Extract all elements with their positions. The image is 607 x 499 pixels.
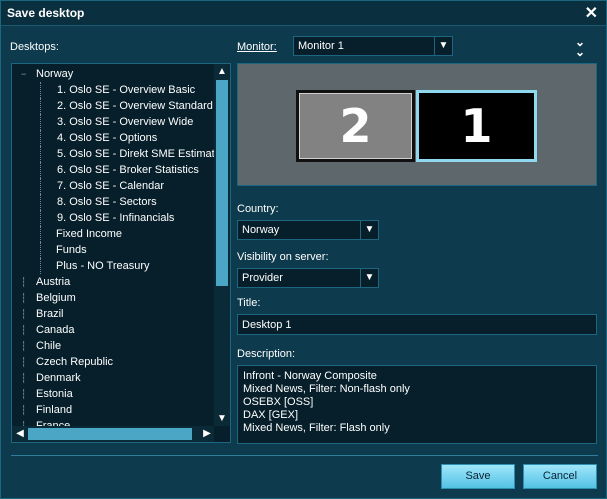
tree-item-label: Austria [36,276,71,288]
scroll-up-icon[interactable]: ▲ [214,64,230,80]
country-select[interactable]: Norway ▼ [237,220,379,240]
title-bar: Save desktop ✕ [1,1,606,26]
save-button[interactable]: Save [441,464,515,489]
visibility-select-value: Provider [242,272,283,284]
tree-guide-line [40,178,41,194]
monitor-select-value: Monitor 1 [298,40,344,52]
description-label: Description: [237,348,296,360]
cancel-button[interactable]: Cancel [523,464,597,489]
scroll-left-icon[interactable]: ◀ [12,426,28,442]
tree-node-icon[interactable]: ┆ [21,322,26,338]
tree-item-label: Norway [36,68,74,80]
desktops-tree[interactable]: − Norway 1. Oslo SE - Overview Basic 2. Osl… [11,63,231,443]
tree-items: − Norway 1. Oslo SE - Overview Basic 2. Osl… [12,64,215,427]
monitor-preview: 2 1 [237,63,597,186]
tree-child-label: Plus - NO Treasury [56,260,150,272]
desktops-label: Desktops: [10,41,59,53]
tree-item-label: Brazil [36,308,64,320]
tree-node-icon[interactable]: ┆ [21,338,26,354]
visibility-select[interactable]: Provider ▼ [237,268,379,288]
tree-child-label: Fixed Income [56,228,123,240]
tree-node-icon[interactable]: ┆ [21,306,26,322]
dialog-title: Save desktop [7,6,85,20]
tree-node-icon[interactable]: ┆ [21,370,26,386]
double-chevron-down-icon[interactable]: ⌄ ⌄ [575,36,585,58]
tree-item-label: Czech Republic [36,356,114,368]
save-desktop-dialog: Save desktop ✕ Desktops: − Norway 1. Oslo … [0,0,607,499]
tree-guide-line [40,114,41,130]
tree-guide-line [40,194,41,210]
close-icon[interactable]: ✕ [585,3,598,23]
tree-node-icon[interactable]: ┆ [21,354,26,370]
chevron-down-icon[interactable]: ▼ [360,221,378,239]
scroll-down-icon[interactable]: ▼ [214,411,230,427]
tree-child-label: 5. Oslo SE - Direkt SME Estimates [57,148,215,160]
tree-child-label: Funds [56,244,87,256]
description-line: OSEBX [OSS] [243,396,314,408]
title-input[interactable]: Desktop 1 [237,314,597,335]
tree-guide-line [40,146,41,162]
tree-child-label: 4. Oslo SE - Options [57,132,158,144]
description-textarea[interactable]: Infront - Norway Composite Mixed News, F… [237,365,597,444]
tree-node-icon[interactable]: ┆ [21,290,26,306]
horizontal-scroll-thumb[interactable] [28,428,192,440]
tree-child-label: 1. Oslo SE - Overview Basic [57,84,196,96]
tree-guide-line [40,210,41,226]
tree-child-label: 7. Oslo SE - Calendar [57,180,164,192]
scroll-corner [214,426,230,442]
vertical-scroll-thumb[interactable] [216,80,228,286]
description-line: Mixed News, Filter: Flash only [243,422,390,434]
tree-guide-line [40,82,41,98]
chevron-down-icon[interactable]: ▼ [434,37,452,55]
monitor-2-screen[interactable]: 2 [296,90,415,162]
tree-guide-line [40,258,41,274]
tree-child-label: 6. Oslo SE - Broker Statistics [57,164,199,176]
description-line: Infront - Norway Composite [243,370,377,382]
tree-guide-line [40,162,41,178]
vertical-scrollbar[interactable]: ▲ ▼ [214,64,230,427]
tree-guide-line [40,98,41,114]
tree-child-label: 3. Oslo SE - Overview Wide [57,116,194,128]
tree-item-label: Canada [36,324,75,336]
tree-guide-line [40,130,41,146]
description-line: DAX [GEX] [243,409,299,421]
visibility-label: Visibility on server: [237,251,329,263]
title-label: Title: [237,297,261,309]
tree-collapse-icon[interactable]: − [21,66,26,82]
monitor-label: Monitor: [237,41,277,53]
tree-child-label: 8. Oslo SE - Sectors [57,196,157,208]
country-label: Country: [237,203,279,215]
tree-item-label: Belgium [36,292,76,304]
tree-guide-line [40,242,41,258]
monitor-select[interactable]: Monitor 1 ▼ [293,36,453,56]
scroll-right-icon[interactable]: ▶ [199,426,215,442]
description-line: Mixed News, Filter: Non-flash only [243,383,410,395]
tree-node-icon[interactable]: ┆ [21,274,26,290]
footer-divider [11,455,598,456]
monitor-1-screen[interactable]: 1 [416,90,537,162]
tree-item-label: Denmark [36,372,81,384]
tree-item-label: Estonia [36,388,73,400]
country-select-value: Norway [242,224,280,236]
horizontal-scrollbar[interactable]: ◀ ▶ [12,426,215,442]
tree-node-icon[interactable]: ┆ [21,402,26,418]
tree-node-icon[interactable]: ┆ [21,386,26,402]
tree-guide-line [40,226,41,242]
chevron-down-icon[interactable]: ▼ [360,269,378,287]
tree-child-label: 2. Oslo SE - Overview Standard [57,100,213,112]
title-input-value: Desktop 1 [242,319,292,331]
tree-child-label: 9. Oslo SE - Infinancials [57,212,175,224]
tree-item-label: Finland [36,404,73,416]
tree-item-label: Chile [36,340,62,352]
